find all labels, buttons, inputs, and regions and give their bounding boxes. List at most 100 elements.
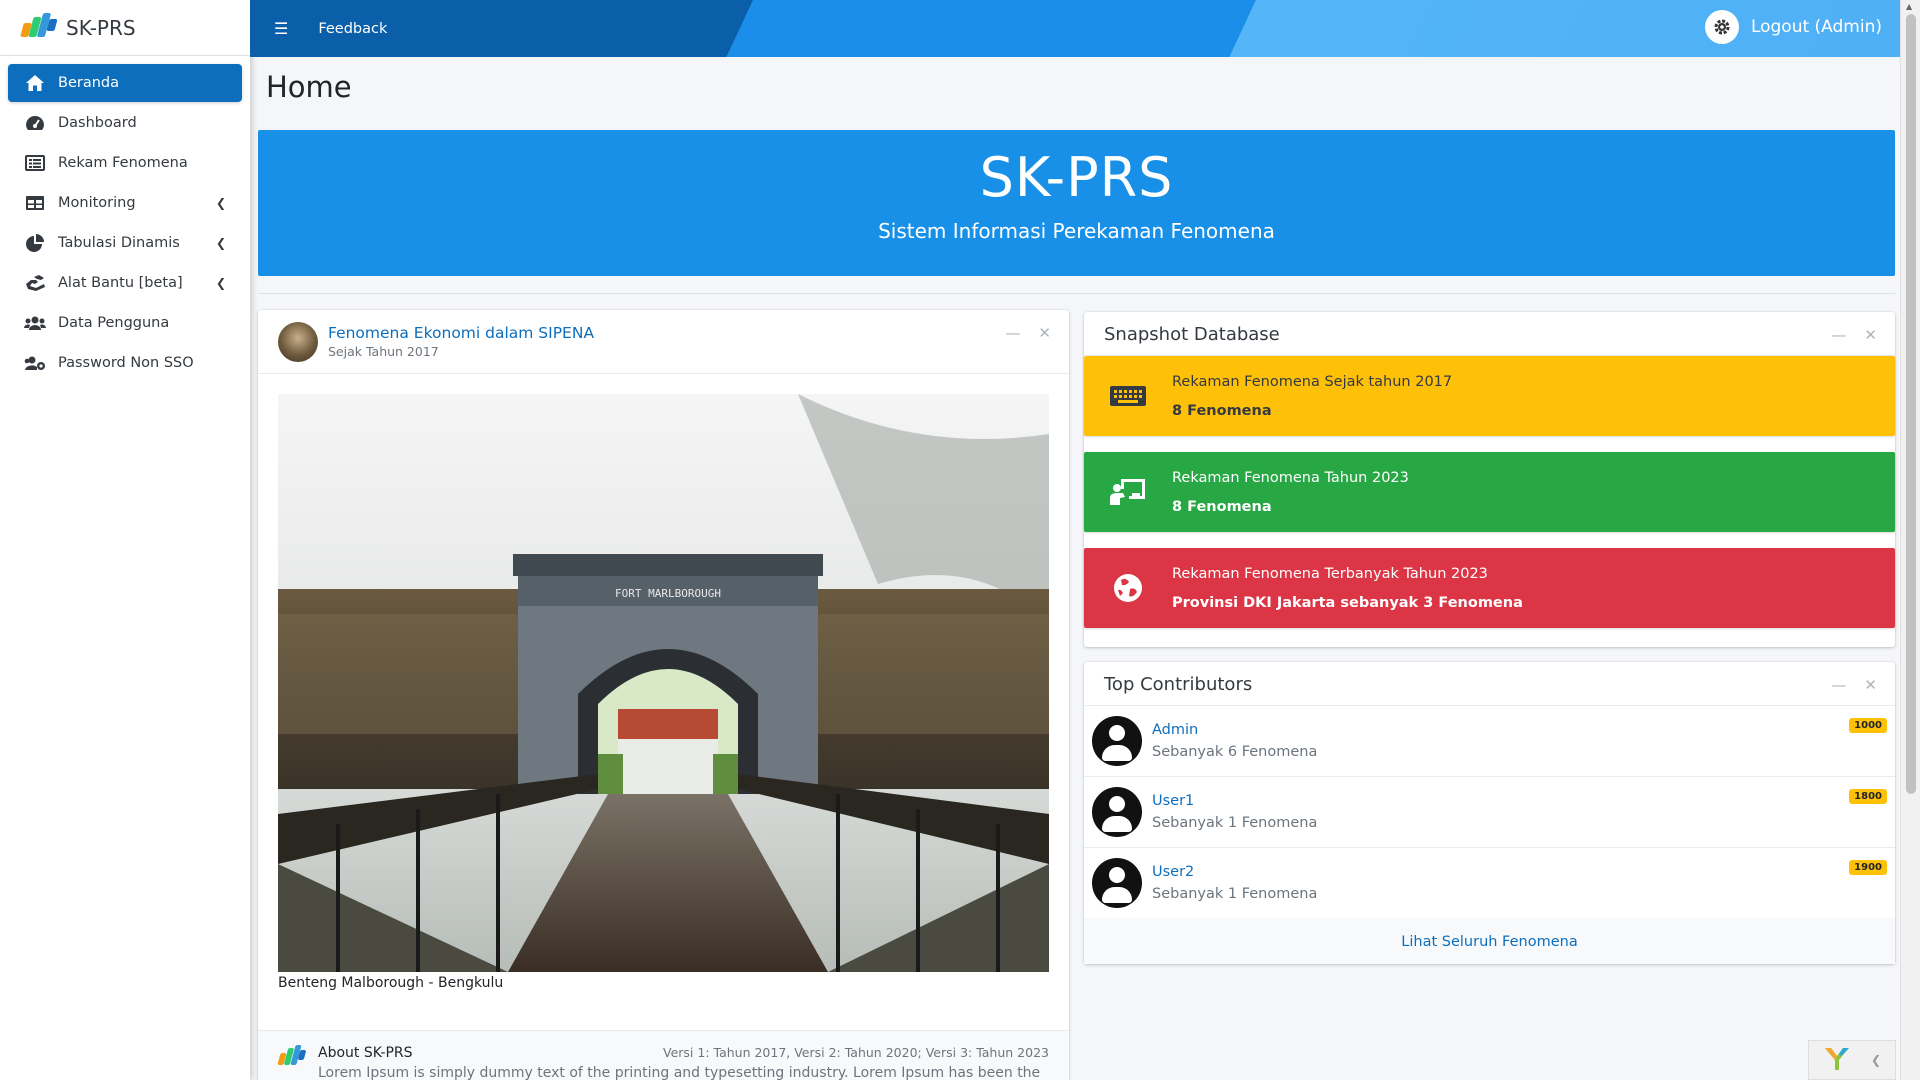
sidebar-item-tabulasi-dinamis[interactable]: Tabulasi Dinamis ❮ xyxy=(8,224,242,262)
contributor-desc: Sebanyak 6 Fenomena xyxy=(1152,744,1318,760)
brand-logo xyxy=(20,12,58,43)
snapshot-value: Provinsi DKI Jakarta sebanyak 3 Fenomena xyxy=(1172,595,1523,611)
feedback-link[interactable]: Feedback xyxy=(318,21,387,37)
sidebar-item-monitoring[interactable]: Monitoring ❮ xyxy=(8,184,242,222)
chevron-left-icon: ❮ xyxy=(215,196,226,210)
contributors-title: Top Contributors xyxy=(1104,674,1253,695)
fort-image: FORT MARLBOROUGH xyxy=(278,394,1049,972)
snapshot-header: Snapshot Database — ✕ xyxy=(1084,312,1895,356)
snapshot-label: Rekaman Fenomena Sejak tahun 2017 xyxy=(1172,374,1453,390)
contributor-name[interactable]: Admin xyxy=(1152,722,1198,738)
post-avatar xyxy=(278,321,318,362)
card-tools: — ✕ xyxy=(1831,326,1877,344)
home-icon xyxy=(24,74,46,92)
sidebar-item-beranda[interactable]: Beranda xyxy=(8,64,242,102)
sidebar-item-password-non-sso[interactable]: Password Non SSO xyxy=(8,344,242,382)
hamburger-menu-icon[interactable]: ☰ xyxy=(274,19,288,38)
list-alt-icon xyxy=(24,154,46,172)
close-icon[interactable]: ✕ xyxy=(1038,324,1051,342)
post-header: Fenomena Ekonomi dalam SIPENA Sejak Tahu… xyxy=(258,310,1069,374)
contributor-name[interactable]: User2 xyxy=(1152,864,1194,880)
fort-sign-text: FORT MARLBOROUGH xyxy=(615,587,721,600)
snapshot-box-total: Rekaman Fenomena Sejak tahun 2017 8 Feno… xyxy=(1084,356,1895,436)
sidebar: SK-PRS Beranda Dashboard Rekam Fenomena … xyxy=(0,0,250,1080)
minimize-icon[interactable]: — xyxy=(1005,324,1020,342)
globe-icon xyxy=(1108,570,1148,606)
post-card: Fenomena Ekonomi dalam SIPENA Sejak Tahu… xyxy=(258,310,1069,1080)
tachometer-icon xyxy=(24,114,46,132)
snapshot-card: Snapshot Database — ✕ Rekaman Fenomena S… xyxy=(1084,312,1895,647)
about-title: About SK-PRS xyxy=(318,1045,413,1061)
post-subtitle: Sejak Tahun 2017 xyxy=(328,344,439,359)
contributor-desc: Sebanyak 1 Fenomena xyxy=(1152,886,1318,902)
sidebar-item-label: Password Non SSO xyxy=(58,355,194,371)
sidebar-item-dashboard[interactable]: Dashboard xyxy=(8,104,242,142)
keyboard-icon xyxy=(1108,378,1148,414)
image-caption: Benteng Malborough - Bengkulu xyxy=(278,975,504,991)
fort-illustration: FORT MARLBOROUGH xyxy=(278,394,1049,972)
debug-toolbar[interactable]: ❮ xyxy=(1808,1040,1896,1080)
about-logo xyxy=(277,1045,307,1071)
hero-banner: SK-PRS Sistem Informasi Perekaman Fenome… xyxy=(258,130,1895,276)
post-title[interactable]: Fenomena Ekonomi dalam SIPENA xyxy=(328,324,594,342)
brand[interactable]: SK-PRS xyxy=(0,0,250,56)
sidebar-item-label: Monitoring xyxy=(58,195,136,211)
snapshot-label: Rekaman Fenomena Tahun 2023 xyxy=(1172,470,1409,486)
minimize-icon[interactable]: — xyxy=(1831,676,1846,694)
table-icon xyxy=(24,194,46,212)
snapshot-label: Rekaman Fenomena Terbanyak Tahun 2023 xyxy=(1172,566,1488,582)
contributor-badge: 1800 xyxy=(1849,789,1887,804)
snapshot-value: 8 Fenomena xyxy=(1172,403,1272,419)
close-icon[interactable]: ✕ xyxy=(1864,326,1877,344)
snapshot-title: Snapshot Database xyxy=(1104,324,1280,345)
chevron-left-icon[interactable]: ❮ xyxy=(1871,1053,1881,1067)
minimize-icon[interactable]: — xyxy=(1831,326,1846,344)
sidebar-item-label: Data Pengguna xyxy=(58,315,170,331)
scrollbar-thumb[interactable] xyxy=(1906,14,1916,794)
view-all-fenomena-link[interactable]: Lihat Seluruh Fenomena xyxy=(1401,934,1577,950)
hero-title: SK-PRS xyxy=(979,146,1174,209)
sidebar-item-rekam-fenomena[interactable]: Rekam Fenomena xyxy=(8,144,242,182)
sidebar-nav: Beranda Dashboard Rekam Fenomena Monitor… xyxy=(0,56,250,392)
hands-helping-icon xyxy=(24,274,46,292)
about-section: About SK-PRS Versi 1: Tahun 2017, Versi … xyxy=(258,1030,1069,1080)
user-avatar-icon xyxy=(1092,716,1142,766)
users-cog-icon xyxy=(24,354,46,372)
user-avatar-icon xyxy=(1092,787,1142,837)
close-icon[interactable]: ✕ xyxy=(1864,676,1877,694)
user-avatar-icon xyxy=(1092,858,1142,908)
hero-subtitle: Sistem Informasi Perekaman Fenomena xyxy=(878,219,1275,243)
snapshot-box-top-province: Rekaman Fenomena Terbanyak Tahun 2023 Pr… xyxy=(1084,548,1895,628)
pie-chart-icon xyxy=(24,234,46,252)
snapshot-box-year: Rekaman Fenomena Tahun 2023 8 Fenomena xyxy=(1084,452,1895,532)
page-scrollbar[interactable]: ▲ xyxy=(1900,0,1920,1080)
sidebar-item-label: Rekam Fenomena xyxy=(58,155,188,171)
chevron-left-icon: ❮ xyxy=(215,236,226,250)
divider xyxy=(258,293,1895,294)
sidebar-item-label: Alat Bantu [beta] xyxy=(58,275,183,291)
contributor-row: User1 Sebanyak 1 Fenomena 1800 xyxy=(1084,777,1895,848)
users-icon xyxy=(24,314,46,332)
contributor-desc: Sebanyak 1 Fenomena xyxy=(1152,815,1318,831)
contributors-header: Top Contributors — ✕ xyxy=(1084,662,1895,706)
contributor-name[interactable]: User1 xyxy=(1152,793,1194,809)
chalkboard-teacher-icon xyxy=(1108,474,1148,510)
user-menu: Logout (Admin) xyxy=(1704,10,1882,44)
yii-logo-icon xyxy=(1823,1044,1851,1076)
brand-name: SK-PRS xyxy=(66,15,136,40)
logout-link[interactable]: Logout (Admin) xyxy=(1751,17,1882,37)
contributor-badge: 1900 xyxy=(1849,860,1887,875)
about-version: Versi 1: Tahun 2017, Versi 2: Tahun 2020… xyxy=(663,1045,1049,1060)
card-tools: — ✕ xyxy=(1005,324,1051,342)
contributors-footer: Lihat Seluruh Fenomena xyxy=(1084,918,1895,964)
page-title: Home xyxy=(266,70,352,104)
card-tools: — ✕ xyxy=(1831,676,1877,694)
scroll-up-icon[interactable]: ▲ xyxy=(1906,2,1912,11)
sidebar-item-label: Dashboard xyxy=(58,115,137,131)
sidebar-item-label: Beranda xyxy=(58,75,119,91)
sidebar-item-alat-bantu[interactable]: Alat Bantu [beta] ❮ xyxy=(8,264,242,302)
gear-icon[interactable] xyxy=(1704,10,1739,44)
chevron-left-icon: ❮ xyxy=(215,276,226,290)
snapshot-value: 8 Fenomena xyxy=(1172,499,1272,515)
sidebar-item-data-pengguna[interactable]: Data Pengguna xyxy=(8,304,242,342)
